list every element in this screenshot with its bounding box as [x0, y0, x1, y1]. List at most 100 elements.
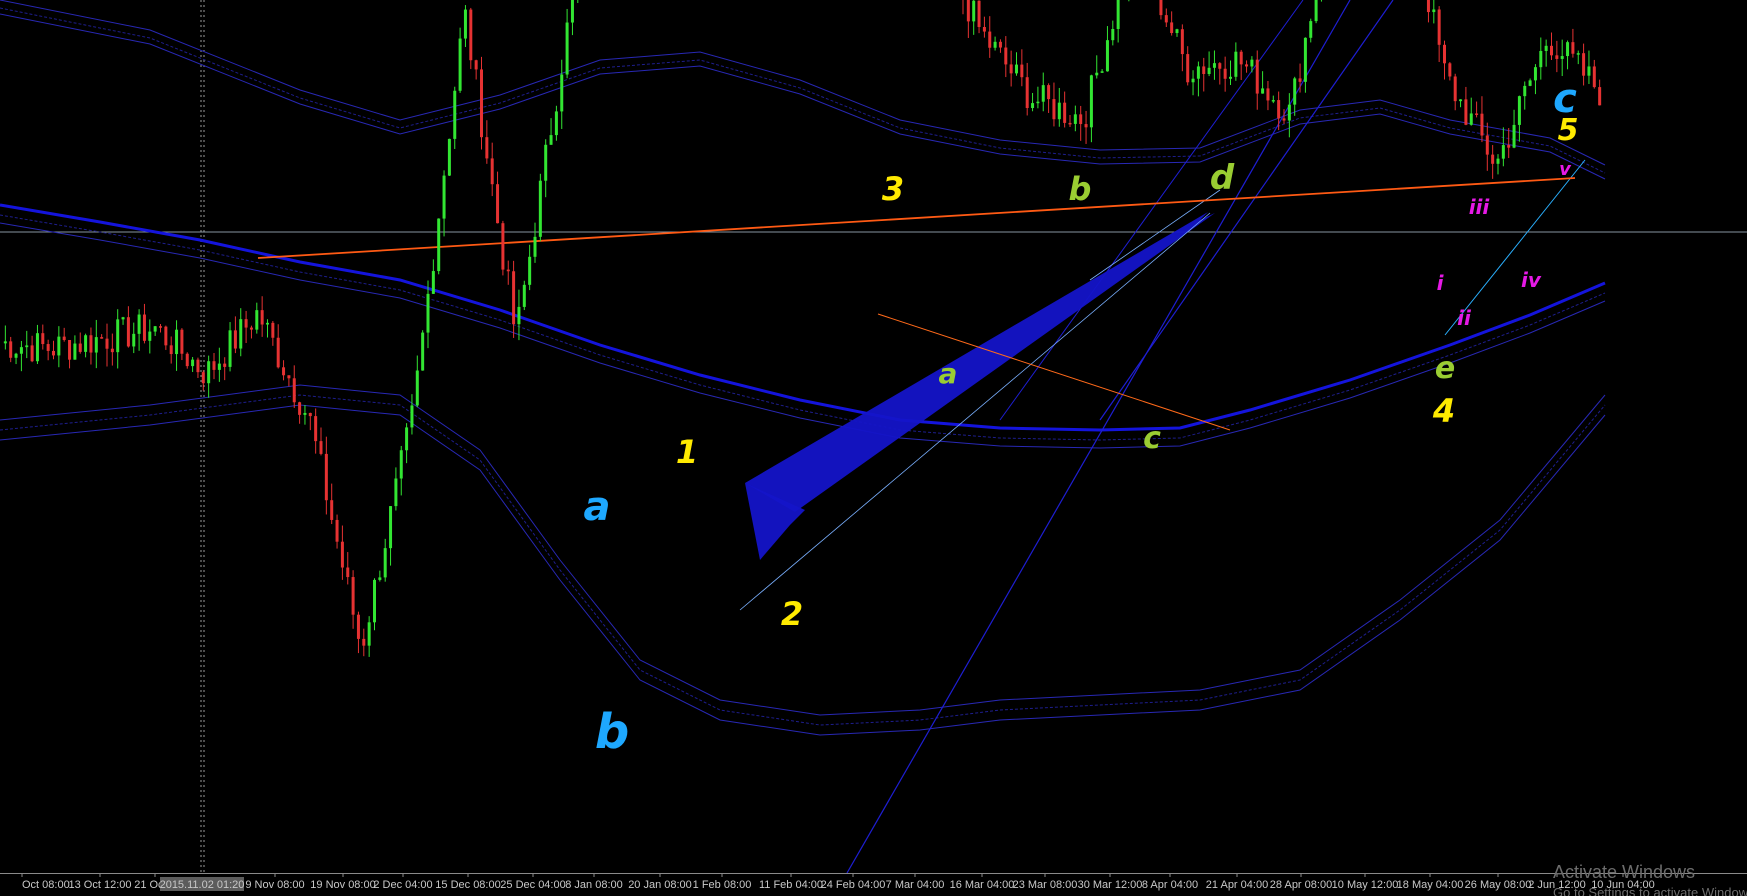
- x-tick-label: 2 Dec 04:00: [373, 879, 432, 891]
- candle-body: [41, 333, 45, 345]
- candle-body: [233, 330, 237, 349]
- candle-body: [35, 333, 39, 362]
- candle-body: [993, 41, 997, 48]
- candle-body: [998, 41, 1002, 48]
- candle-body: [485, 137, 489, 159]
- candle-body: [271, 322, 275, 338]
- candle-body: [1453, 76, 1457, 102]
- candle-body: [1084, 124, 1088, 128]
- candle-body: [57, 336, 61, 356]
- wave-label: a: [584, 484, 611, 530]
- candle-body: [1437, 9, 1441, 45]
- candle-body: [1459, 99, 1463, 102]
- candle-body: [458, 38, 462, 91]
- candle-body: [480, 69, 483, 138]
- candle-body: [1539, 50, 1543, 68]
- candle-body: [89, 335, 93, 353]
- candle-body: [9, 341, 13, 358]
- candle-body: [1303, 37, 1307, 82]
- candle-body: [528, 256, 532, 285]
- candle-body: [1587, 66, 1591, 76]
- candle-body: [1164, 15, 1168, 23]
- candle-body: [506, 269, 510, 272]
- candle-body: [14, 353, 18, 358]
- candle-body: [100, 337, 104, 339]
- candle-body: [1036, 101, 1040, 104]
- candle-body: [560, 74, 564, 112]
- candle-body: [78, 343, 82, 352]
- candle-body: [517, 306, 521, 325]
- candle-body: [121, 317, 125, 320]
- wave-label: 5: [1558, 113, 1579, 148]
- candle-body: [389, 506, 393, 549]
- candle-body: [533, 236, 537, 257]
- candle-body: [212, 361, 216, 370]
- x-tick-label: 8 Jan 08:00: [565, 879, 623, 891]
- candle-body: [570, 0, 574, 23]
- band-lower-inner: [0, 394, 1606, 726]
- candle-body: [1041, 85, 1045, 102]
- candle-body: [437, 218, 441, 272]
- candle-body: [287, 375, 291, 379]
- x-tick-label: 25 Dec 04:00: [500, 879, 565, 891]
- candle-body: [1261, 88, 1265, 94]
- x-tick-label: 7 Mar 04:00: [886, 879, 945, 891]
- x-tick-label: 30 Mar 12:00: [1078, 879, 1143, 891]
- candle-body: [1464, 99, 1468, 125]
- band-lower-outer: [0, 384, 1606, 716]
- candlestick-series: [3, 0, 1602, 657]
- candle-body: [1582, 53, 1586, 76]
- x-tick-label: 28 Apr 08:00: [1270, 879, 1332, 891]
- candle-body: [201, 372, 205, 384]
- candle-body: [1196, 66, 1200, 79]
- candle-body: [373, 579, 376, 623]
- candle-body: [415, 370, 419, 406]
- candle-body: [330, 500, 334, 520]
- candle-body: [73, 343, 77, 360]
- candle-body: [426, 293, 430, 333]
- candle-body: [522, 284, 526, 307]
- x-tick-label: 18 May 04:00: [1397, 879, 1464, 891]
- candle-body: [276, 337, 280, 368]
- candle-body: [1239, 51, 1243, 65]
- candle-body: [1309, 21, 1313, 38]
- candle-body: [84, 335, 88, 352]
- candle-body: [549, 135, 553, 145]
- price-chart: abc12345abcdeiiiiiiivv Oct 08:0013 Oct 1…: [0, 0, 1747, 896]
- candle-body: [153, 326, 157, 332]
- candle-body: [1229, 76, 1232, 79]
- candle-body: [977, 0, 981, 28]
- candle-body: [116, 319, 120, 353]
- wave-label: a: [939, 357, 958, 390]
- candle-body: [314, 416, 318, 442]
- candle-body: [490, 158, 494, 185]
- candle-body: [255, 310, 259, 330]
- candle-body: [175, 329, 179, 355]
- resistance-line: [257, 177, 1576, 259]
- candle-body: [292, 378, 296, 403]
- candle-body: [442, 175, 446, 219]
- candle-body: [1266, 88, 1270, 101]
- candle-body: [308, 412, 312, 417]
- candle-body: [1009, 64, 1013, 74]
- candle-body: [324, 453, 328, 501]
- candle-body: [1314, 0, 1318, 22]
- candle-body: [196, 359, 200, 373]
- candle-body: [68, 339, 72, 360]
- candle-body: [148, 331, 152, 341]
- candle-body: [447, 138, 451, 176]
- candle-body: [410, 405, 414, 428]
- candle-body: [378, 577, 382, 580]
- wave-label: d: [1210, 158, 1235, 198]
- x-tick-label: 9 Nov 08:00: [245, 879, 304, 891]
- candle-body: [399, 450, 403, 479]
- candle-body: [988, 31, 992, 48]
- candle-body: [62, 336, 66, 340]
- candle-body: [565, 22, 569, 75]
- candle-body: [266, 322, 269, 325]
- candle-body: [1100, 71, 1104, 73]
- candle-body: [1555, 55, 1559, 59]
- x-tick-label: 21 Apr 04:00: [1206, 879, 1268, 891]
- candle-body: [1512, 124, 1516, 148]
- candle-body: [1212, 63, 1216, 68]
